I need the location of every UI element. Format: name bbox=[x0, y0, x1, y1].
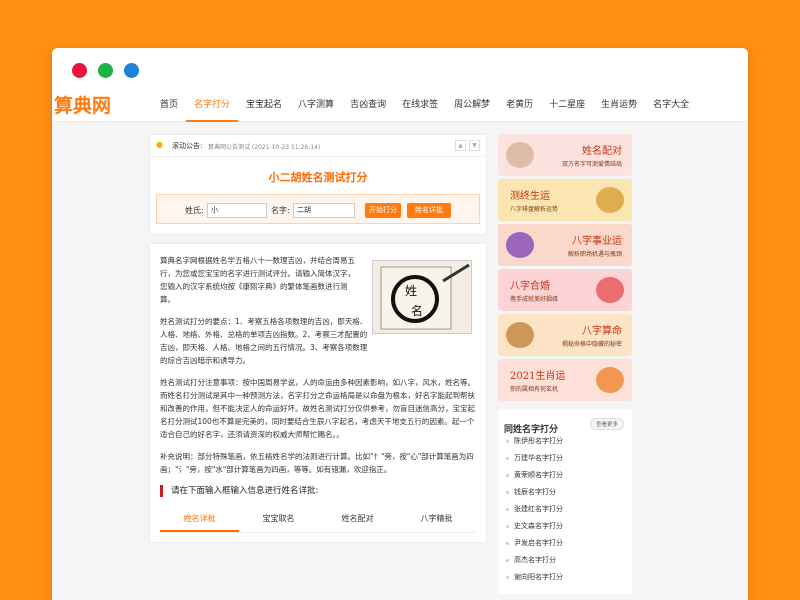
article-paragraph: 补充说明：部分特殊笔画，依五格姓名学的法则进行计算。比如"忄"旁，按"心"部计算… bbox=[160, 452, 474, 474]
surname-input[interactable]: 小 bbox=[207, 203, 267, 218]
banner-title: 八字合婚 bbox=[510, 281, 550, 292]
minimize-window-button[interactable] bbox=[98, 63, 113, 78]
name-detail-button[interactable]: 姓名详批 bbox=[407, 203, 451, 218]
side-list-items: 陈伊彤名字打分 万建华名字打分 黄荣顺名字打分 钱辰名字打分 张建红名字打分 史文森名字打… bbox=[504, 433, 626, 586]
notice-up-button[interactable]: ▲ bbox=[455, 140, 466, 151]
article-paragraph: 姓名测试打分的要点：1、考察五格各项数理的吉凶，即天格、人格、地格、外格、总格的… bbox=[160, 317, 368, 365]
site-navbar: 算典网 首页 名字打分 宝宝起名 八字测算 吉凶查询 在线求签 周公解梦 老黄历 十二星座 生肖运… bbox=[52, 94, 748, 122]
main-nav: 首页 名字打分 宝宝起名 八字测算 吉凶查询 在线求签 周公解梦 老黄历 十二星座 生肖运势 名字大… bbox=[152, 94, 697, 122]
list-item[interactable]: 尹发启名字打分 bbox=[504, 535, 626, 552]
list-item[interactable]: 黄荣顺名字打分 bbox=[504, 467, 626, 484]
list-item[interactable]: 张建红名字打分 bbox=[504, 501, 626, 518]
banner-illustration bbox=[506, 232, 534, 258]
banner-subtitle: 解析职场机遇与瓶颈 bbox=[567, 251, 622, 258]
list-item[interactable]: 谢向阳名字打分 bbox=[504, 569, 626, 586]
promo-banner[interactable]: 测终生运八字排盘解析运势 bbox=[498, 179, 632, 221]
sidebar: 姓名配对双方名字可测爱情结局测终生运八字排盘解析运势八字事业运解析职场机遇与瓶颈… bbox=[498, 134, 632, 594]
view-more-button[interactable]: 查看更多 bbox=[589, 418, 624, 430]
banner-title: 八字算命 bbox=[582, 326, 622, 337]
banner-subtitle: 八字排盘解析运势 bbox=[510, 206, 559, 213]
surname-label: 姓氏: bbox=[185, 206, 204, 215]
notice-down-button[interactable]: ▼ bbox=[469, 140, 480, 151]
banner-title: 测终生运 bbox=[510, 191, 550, 202]
side-list-header: 同姓名字打分 查看更多 bbox=[504, 417, 626, 435]
nav-item[interactable]: 宝宝起名 bbox=[238, 94, 290, 122]
name-test-form: 姓氏: 小 名字: 二胡 开始打分 姓名详批 bbox=[156, 194, 480, 224]
start-score-button[interactable]: 开始打分 bbox=[365, 203, 401, 218]
tab[interactable]: 姓名详批 bbox=[160, 513, 239, 532]
name-test-panel: ● 滚动公告: 算典网公告测试 (2021-10-23 11:26:14) ▲ … bbox=[149, 134, 487, 235]
banner-subtitle: 你的属相有何玄机 bbox=[510, 386, 559, 393]
given-name-input[interactable]: 二胡 bbox=[293, 203, 355, 218]
nav-item[interactable]: 周公解梦 bbox=[446, 94, 498, 122]
banner-subtitle: 双方名字可测爱情结局 bbox=[561, 161, 622, 168]
bulb-icon: ● bbox=[156, 140, 163, 149]
article: 算典名字网根据姓名学五格八十一数理吉凶，并结合周易五行，为您或您宝宝的名字进行测… bbox=[149, 243, 487, 543]
banner-subtitle: 携手成就美好姻缘 bbox=[510, 296, 559, 303]
notice-text[interactable]: 算典网公告测试 (2021-10-23 11:26:14) bbox=[208, 142, 320, 151]
banner-subtitle: 揭秘命格中隐藏的秘密 bbox=[561, 341, 622, 348]
list-item[interactable]: 史文森名字打分 bbox=[504, 518, 626, 535]
list-item[interactable]: 万建华名字打分 bbox=[504, 450, 626, 467]
site-logo[interactable]: 算典网 bbox=[54, 94, 111, 118]
nav-item[interactable]: 吉凶查询 bbox=[342, 94, 394, 122]
promo-banner[interactable]: 姓名配对双方名字可测爱情结局 bbox=[498, 134, 632, 176]
maximize-window-button[interactable] bbox=[124, 63, 139, 78]
window-chrome bbox=[52, 48, 748, 94]
promo-banner[interactable]: 八字算命揭秘命格中隐藏的秘密 bbox=[498, 314, 632, 356]
promo-banners: 姓名配对双方名字可测爱情结局测终生运八字排盘解析运势八字事业运解析职场机遇与瓶颈… bbox=[498, 134, 632, 401]
list-item[interactable]: 钱辰名字打分 bbox=[504, 484, 626, 501]
svg-text:姓: 姓 bbox=[405, 284, 417, 298]
nav-item[interactable]: 十二星座 bbox=[541, 94, 593, 122]
banner-title: 八字事业运 bbox=[572, 236, 622, 247]
tab[interactable]: 八字精批 bbox=[397, 513, 476, 532]
nav-item[interactable]: 在线求签 bbox=[394, 94, 446, 122]
list-item[interactable]: 陈伊彤名字打分 bbox=[504, 433, 626, 450]
given-name-label: 名字: bbox=[271, 206, 290, 215]
nav-item[interactable]: 名字大全 bbox=[645, 94, 697, 122]
service-tabs: 姓名详批 宝宝取名 姓名配对 八字精批 bbox=[160, 513, 476, 533]
notice-bar: ● 滚动公告: 算典网公告测试 (2021-10-23 11:26:14) ▲ … bbox=[150, 135, 486, 157]
promo-banner[interactable]: 八字合婚携手成就美好姻缘 bbox=[498, 269, 632, 311]
close-window-button[interactable] bbox=[72, 63, 87, 78]
article-paragraph: 算典名字网根据姓名学五格八十一数理吉凶，并结合周易五行，为您或您宝宝的名字进行测… bbox=[160, 256, 355, 304]
browser-window: 算典网 首页 名字打分 宝宝起名 八字测算 吉凶查询 在线求签 周公解梦 老黄历 十二星座 生肖运… bbox=[52, 48, 748, 600]
tab[interactable]: 姓名配对 bbox=[318, 513, 397, 532]
article-paragraph: 姓名测试打分注意事项：按中国周易学说，人的命运由多种因素影响，如八字，风水，姓名… bbox=[160, 378, 475, 439]
tab[interactable]: 宝宝取名 bbox=[239, 513, 318, 532]
nav-item[interactable]: 名字打分 bbox=[186, 94, 239, 122]
notice-label: 滚动公告: bbox=[172, 142, 203, 150]
banner-illustration bbox=[506, 322, 534, 348]
promo-banner[interactable]: 八字事业运解析职场机遇与瓶颈 bbox=[498, 224, 632, 266]
banner-title: 2021生肖运 bbox=[510, 371, 566, 382]
section-heading: 请在下面输入框输入信息进行姓名详批: bbox=[160, 485, 476, 497]
promo-banner[interactable]: 2021生肖运你的属相有何玄机 bbox=[498, 359, 632, 401]
nav-item[interactable]: 老黄历 bbox=[498, 94, 541, 122]
svg-text:名: 名 bbox=[411, 303, 423, 318]
banner-illustration bbox=[506, 142, 534, 168]
calligraphy-illustration: 姓 名 bbox=[372, 260, 472, 334]
main-column: ● 滚动公告: 算典网公告测试 (2021-10-23 11:26:14) ▲ … bbox=[149, 134, 487, 543]
same-surname-list: 同姓名字打分 查看更多 陈伊彤名字打分 万建华名字打分 黄荣顺名字打分 钱辰名字打分张… bbox=[498, 409, 632, 594]
nav-item[interactable]: 八字测算 bbox=[290, 94, 342, 122]
banner-title: 姓名配对 bbox=[582, 146, 622, 157]
list-item[interactable]: 高杰名字打分 bbox=[504, 552, 626, 569]
page-content: ● 滚动公告: 算典网公告测试 (2021-10-23 11:26:14) ▲ … bbox=[52, 122, 748, 600]
nav-item[interactable]: 生肖运势 bbox=[593, 94, 645, 122]
nav-item[interactable]: 首页 bbox=[152, 94, 186, 122]
page-title: 小二胡姓名测试打分 bbox=[268, 171, 368, 184]
